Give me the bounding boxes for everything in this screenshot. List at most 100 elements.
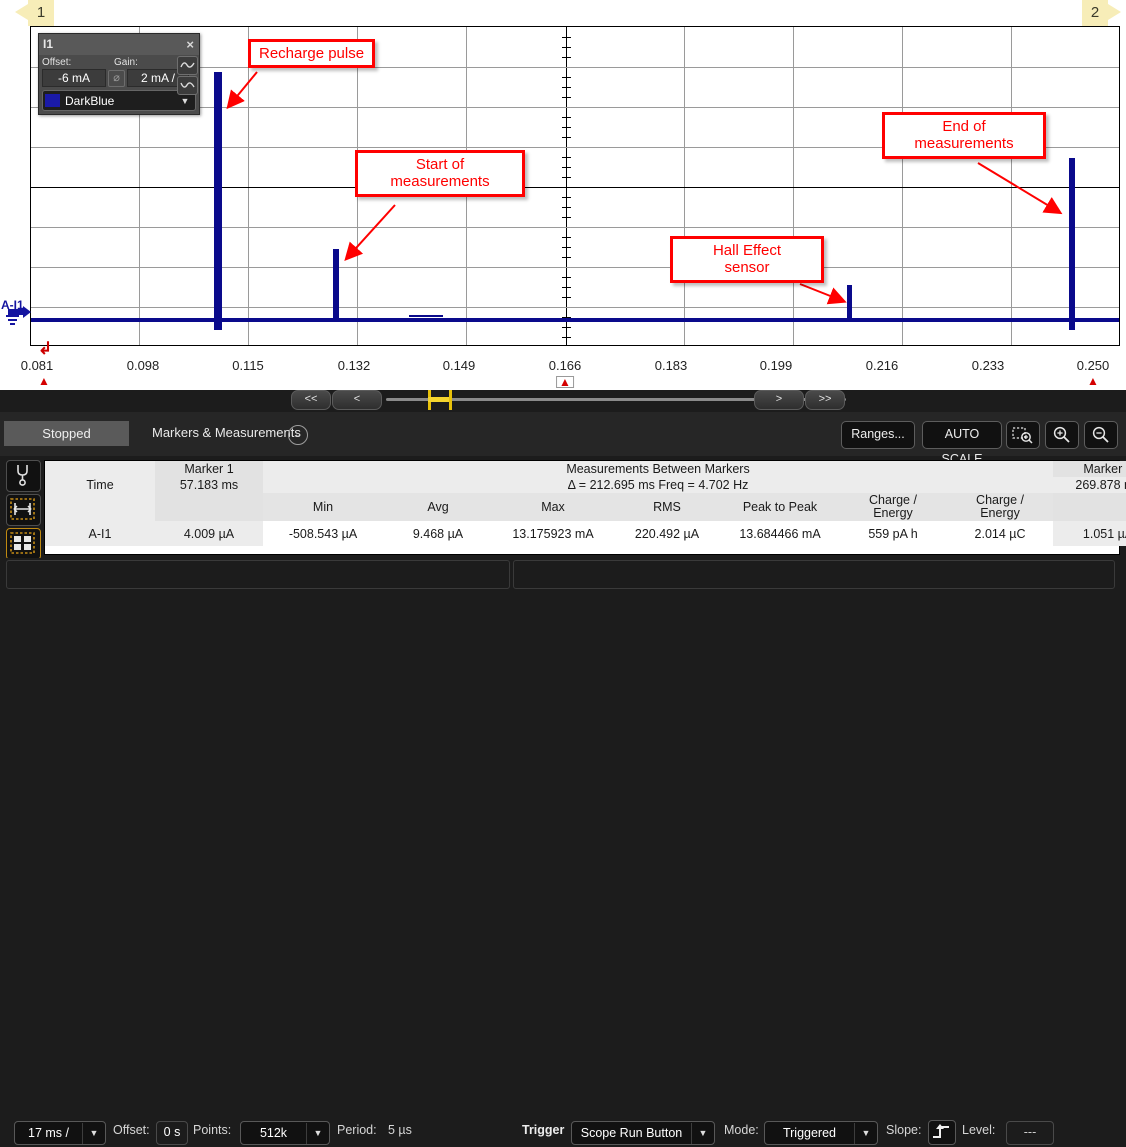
callout-recharge-pulse: Recharge pulse: [248, 39, 375, 68]
between-markers-header: Measurements Between Markers: [263, 461, 1053, 477]
x-tick-label: 0.115: [232, 358, 264, 373]
callout-start-of-measurements: Start of measurements: [355, 150, 525, 197]
points-label: Points:: [193, 1123, 231, 1137]
x-tick-label: 0.081: [21, 358, 54, 373]
x-tick-label: 0.149: [443, 358, 476, 373]
marker2-time: 269.878 ms: [1053, 477, 1126, 493]
channel-panel-title: I1: [43, 37, 53, 51]
chevron-down-icon[interactable]: ▼: [82, 1123, 105, 1144]
cell-peak-to-peak: 13.684466 mA: [721, 521, 839, 546]
trigger-label: Trigger: [522, 1123, 564, 1137]
trace-color-selector[interactable]: DarkBlue ▼: [42, 90, 196, 111]
cell-rms: 220.492 µA: [613, 521, 721, 546]
cursor-mark-right[interactable]: ▲: [1087, 376, 1099, 386]
zero-offset-icon[interactable]: ⌀: [108, 70, 125, 87]
auto-scale-button[interactable]: AUTO SCALE: [922, 421, 1002, 449]
table-row-times: Time 57.183 ms Δ = 212.695 ms Freq = 4.7…: [45, 477, 1126, 493]
table-row-column-headers: Min Avg Max RMS Peak to Peak Charge / En…: [45, 493, 1126, 521]
chevron-down-icon[interactable]: ▼: [306, 1123, 329, 1144]
blank-cell: [155, 493, 263, 521]
cursor-mark-left[interactable]: ▲: [38, 376, 50, 386]
trigger-icon[interactable]: [6, 460, 41, 492]
color-name: DarkBlue: [65, 94, 177, 108]
ranges-button[interactable]: Ranges...: [841, 421, 915, 449]
table-row: A-I1 4.009 µA -508.543 µA 9.468 µA 13.17…: [45, 521, 1126, 546]
trigger-mode-select[interactable]: Triggered ▼: [764, 1121, 878, 1145]
points-select[interactable]: 512k ▼: [240, 1121, 330, 1145]
blank-cell: [45, 493, 155, 521]
arrow-end: [978, 163, 1059, 212]
markers-icon[interactable]: [6, 494, 41, 526]
zoom-out-icon[interactable]: [1084, 421, 1118, 449]
time-offset-input[interactable]: 0 s: [156, 1121, 188, 1145]
chevron-down-icon[interactable]: ▼: [691, 1123, 714, 1144]
arrow-start: [347, 205, 395, 258]
timebase-scrollbar[interactable]: << < > >>: [0, 390, 1126, 412]
x-tick-label: 0.098: [127, 358, 160, 373]
marker1-time: 57.183 ms: [155, 477, 263, 493]
scroll-thumb[interactable]: [428, 390, 452, 410]
arrow-hall: [800, 284, 843, 301]
scope-display: 1 2: [0, 0, 1126, 412]
points-value: 512k: [241, 1123, 306, 1144]
column-header-rms: RMS: [613, 493, 721, 521]
slope-label: Slope:: [886, 1123, 921, 1137]
column-header-charge-energy-2: Charge / Energy: [947, 493, 1053, 521]
close-icon[interactable]: ×: [186, 36, 194, 53]
timebase-select[interactable]: 17 ms / ▼: [14, 1121, 106, 1145]
run-stop-button[interactable]: Stopped: [4, 421, 129, 446]
chevron-down-icon[interactable]: ▼: [177, 96, 193, 106]
timebase-value: 17 ms /: [15, 1123, 82, 1144]
offset-label: Offset:: [113, 1123, 150, 1137]
trigger-group: [513, 560, 1115, 589]
level-label: Level:: [962, 1123, 995, 1137]
ac-coupling-icon[interactable]: [177, 56, 198, 75]
scroll-prev-button[interactable]: <: [332, 390, 382, 410]
channel-panel-fields: -6 mA ⌀ 2 mA /: [42, 69, 196, 87]
timebase-group: [6, 560, 510, 589]
column-header-max: Max: [493, 493, 613, 521]
zoom-region-icon[interactable]: [1006, 421, 1040, 449]
chevron-down-icon[interactable]: ⌄: [288, 425, 308, 445]
channel-panel-field-labels: Offset: Gain:: [42, 57, 196, 68]
cell-marker1-value: 4.009 µA: [155, 521, 263, 546]
offset-input[interactable]: -6 mA: [42, 69, 106, 87]
trigger-level-input[interactable]: ---: [1006, 1121, 1054, 1145]
chevron-down-icon[interactable]: ▼: [854, 1123, 877, 1144]
time-label: Time: [45, 477, 155, 493]
cursor-mark-center[interactable]: ▲: [556, 376, 574, 388]
column-header-peak-to-peak: Peak to Peak: [721, 493, 839, 521]
x-tick-label: 0.233: [972, 358, 1005, 373]
panel-selector-strip: [6, 460, 40, 555]
trigger-mode-value: Triggered: [765, 1123, 854, 1144]
x-tick-label: 0.199: [760, 358, 793, 373]
rising-edge-icon[interactable]: [928, 1120, 956, 1145]
bottom-toolbar: 17 ms / ▼ Offset: 0 s Points: 512k ▼ Per…: [0, 558, 1126, 590]
callout-end-of-measurements: End of measurements: [882, 112, 1046, 159]
row-label: A-I1: [45, 521, 155, 546]
scroll-first-button[interactable]: <<: [291, 390, 331, 410]
gain-label: Gain:: [114, 57, 138, 68]
measurements-grid-icon[interactable]: [6, 528, 41, 560]
dc-coupling-icon[interactable]: [177, 76, 198, 95]
scroll-next-button[interactable]: >: [754, 390, 804, 410]
blank-cell: [45, 461, 155, 477]
blank-cell: [1053, 493, 1126, 521]
channel-settings-panel[interactable]: I1 × Offset: Gain: -6 mA ⌀ 2 mA /: [38, 33, 200, 115]
arrow-recharge: [229, 72, 257, 106]
cell-avg: 9.468 µA: [383, 521, 493, 546]
channel-panel-titlebar: I1 ×: [39, 34, 199, 55]
cell-charge-energy-1: 559 pA h: [839, 521, 947, 546]
column-header-charge-energy-1: Charge / Energy: [839, 493, 947, 521]
trigger-source-select[interactable]: Scope Run Button ▼: [571, 1121, 715, 1145]
period-label: Period:: [337, 1123, 377, 1137]
zoom-in-icon[interactable]: [1045, 421, 1079, 449]
column-header-avg: Avg: [383, 493, 493, 521]
x-tick-label: 0.250: [1077, 358, 1110, 373]
cell-min: -508.543 µA: [263, 521, 383, 546]
cell-marker2-value: 1.051 µA: [1053, 521, 1126, 546]
scroll-last-button[interactable]: >>: [805, 390, 845, 410]
x-tick-label: 0.166: [549, 358, 582, 373]
measurements-table: Marker 1 Measurements Between Markers Ma…: [44, 460, 1120, 555]
offset-label: Offset:: [42, 57, 114, 68]
